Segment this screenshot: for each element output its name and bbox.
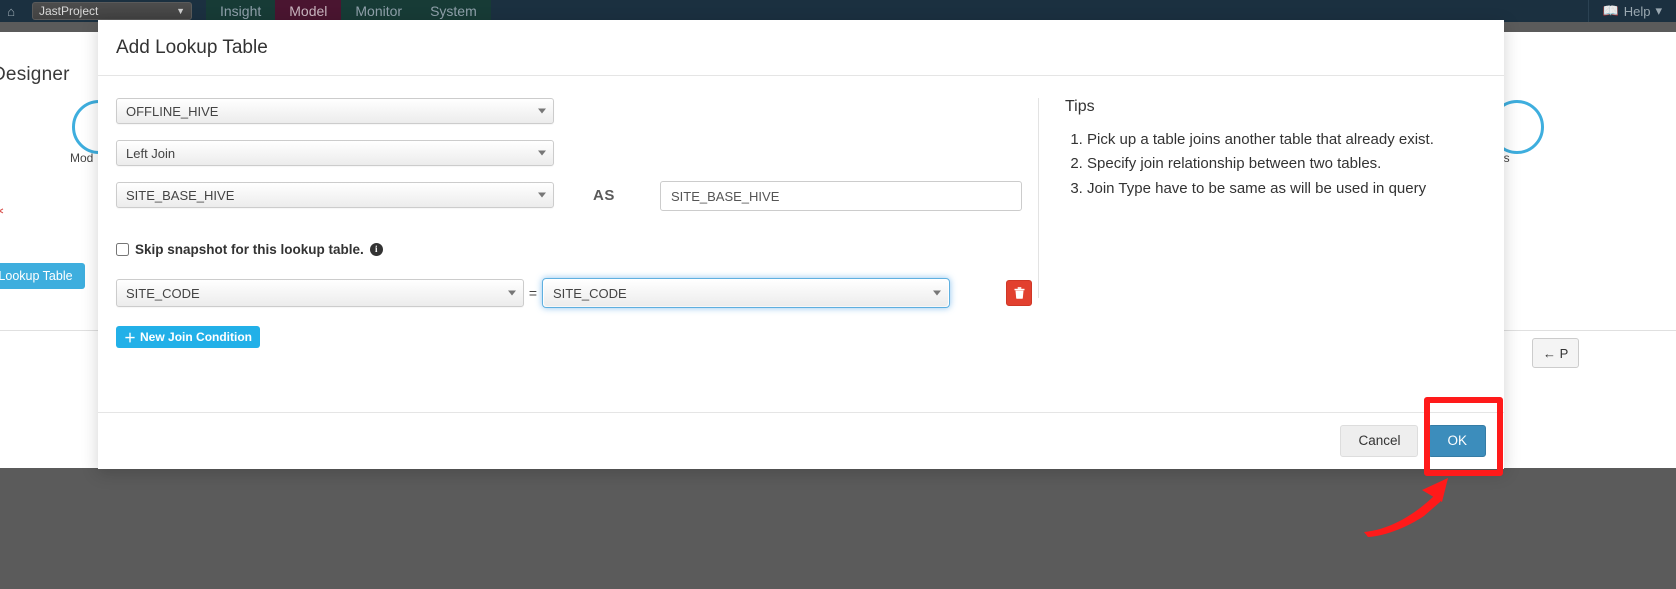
join-type-select[interactable]: Left Join xyxy=(116,140,554,166)
chevron-down-icon xyxy=(933,290,941,296)
skip-snapshot-row: Skip snapshot for this lookup table. i xyxy=(116,242,383,257)
join-type-value: Left Join xyxy=(126,145,176,161)
page-title: Designer xyxy=(0,64,70,85)
home-icon[interactable]: ⌂ xyxy=(0,0,22,22)
join-right-column-select[interactable]: SITE_CODE xyxy=(544,280,948,306)
annotation-arrow-icon xyxy=(1364,478,1448,537)
dialog-header: Add Lookup Table xyxy=(98,20,1504,76)
tips-item: Pick up a table joins another table that… xyxy=(1087,128,1474,151)
nav-tab-system[interactable]: System xyxy=(416,0,491,22)
tips-item: Specify join relationship between two ta… xyxy=(1087,152,1474,175)
source-type-value: OFFLINE_HIVE xyxy=(126,103,219,119)
help-menu[interactable]: 📖 Help ▾ xyxy=(1587,0,1676,22)
nav-tab-model[interactable]: Model xyxy=(275,0,342,22)
trash-icon xyxy=(1014,287,1024,299)
lookup-table-value: SITE_BASE_HIVE xyxy=(126,187,235,203)
join-operator: = xyxy=(528,285,538,301)
join-right-column-value: SITE_CODE xyxy=(553,285,627,301)
main-nav-tabs: Insight Model Monitor System xyxy=(206,0,491,22)
chevron-down-icon xyxy=(538,108,546,114)
book-icon: 📖 xyxy=(1602,3,1619,18)
lookup-form: OFFLINE_HIVE Left Join SITE_BASE_HIVE AS… xyxy=(98,76,1038,412)
add-lookup-table-button[interactable]: d Lookup Table xyxy=(0,263,85,289)
project-selector-value: JastProject xyxy=(39,4,99,18)
sub-strip-right xyxy=(1504,22,1676,32)
dialog-footer: Cancel OK xyxy=(98,412,1504,468)
sub-strip-left xyxy=(0,22,98,32)
table-alias-input[interactable] xyxy=(660,181,1022,211)
new-join-condition-label: New Join Condition xyxy=(140,330,253,344)
join-left-column-select[interactable]: SITE_CODE xyxy=(116,279,524,307)
new-join-condition-button[interactable]: ＋ New Join Condition xyxy=(116,326,261,348)
tips-item: Join Type have to be same as will be use… xyxy=(1087,177,1474,200)
chevron-down-icon: ▼ xyxy=(176,6,185,16)
navbar-spacer xyxy=(490,0,1588,22)
nav-tab-monitor[interactable]: Monitor xyxy=(341,0,417,22)
tips-title: Tips xyxy=(1065,98,1095,115)
skip-snapshot-label: Skip snapshot for this lookup table. xyxy=(135,242,364,257)
join-condition-row: SITE_CODE = SITE_CODE xyxy=(116,278,1032,308)
annotation-highlight-box xyxy=(1424,397,1503,476)
tips-panel: Tips Pick up a table joins another table… xyxy=(1038,98,1474,298)
previous-step-button[interactable]: ← P xyxy=(1532,338,1580,368)
chevron-down-icon xyxy=(538,192,546,198)
add-lookup-table-dialog: Add Lookup Table OFFLINE_HIVE Left Join … xyxy=(98,20,1504,469)
skip-snapshot-checkbox[interactable] xyxy=(116,243,129,256)
source-type-select[interactable]: OFFLINE_HIVE xyxy=(116,98,554,124)
nav-tab-insight[interactable]: Insight xyxy=(206,0,276,22)
tips-column: Tips Pick up a table joins another table… xyxy=(1038,76,1504,412)
top-navbar: ⌂ JastProject ▼ Insight Model Monitor Sy… xyxy=(0,0,1676,22)
required-field-mark: ∗ xyxy=(0,203,5,219)
chevron-down-icon xyxy=(508,290,516,296)
tips-list: Pick up a table joins another table that… xyxy=(1065,128,1474,200)
chevron-down-icon xyxy=(538,150,546,156)
lookup-table-select[interactable]: SITE_BASE_HIVE xyxy=(116,182,554,208)
cancel-button[interactable]: Cancel xyxy=(1340,424,1419,457)
dialog-title: Add Lookup Table xyxy=(116,36,268,58)
help-menu-label: Help xyxy=(1623,3,1651,19)
project-selector[interactable]: JastProject ▼ xyxy=(32,2,192,20)
delete-join-condition-button[interactable] xyxy=(1006,280,1032,306)
chevron-down-icon: ▾ xyxy=(1655,3,1662,18)
info-circle-icon[interactable]: i xyxy=(369,243,383,256)
dialog-body: OFFLINE_HIVE Left Join SITE_BASE_HIVE AS… xyxy=(98,76,1504,412)
as-label: AS xyxy=(593,187,615,204)
wizard-step-label-model: Mod xyxy=(70,151,94,165)
join-left-column-value: SITE_CODE xyxy=(126,285,200,301)
join-right-column-field[interactable]: SITE_CODE xyxy=(542,278,950,308)
plus-icon: ＋ xyxy=(124,330,137,345)
